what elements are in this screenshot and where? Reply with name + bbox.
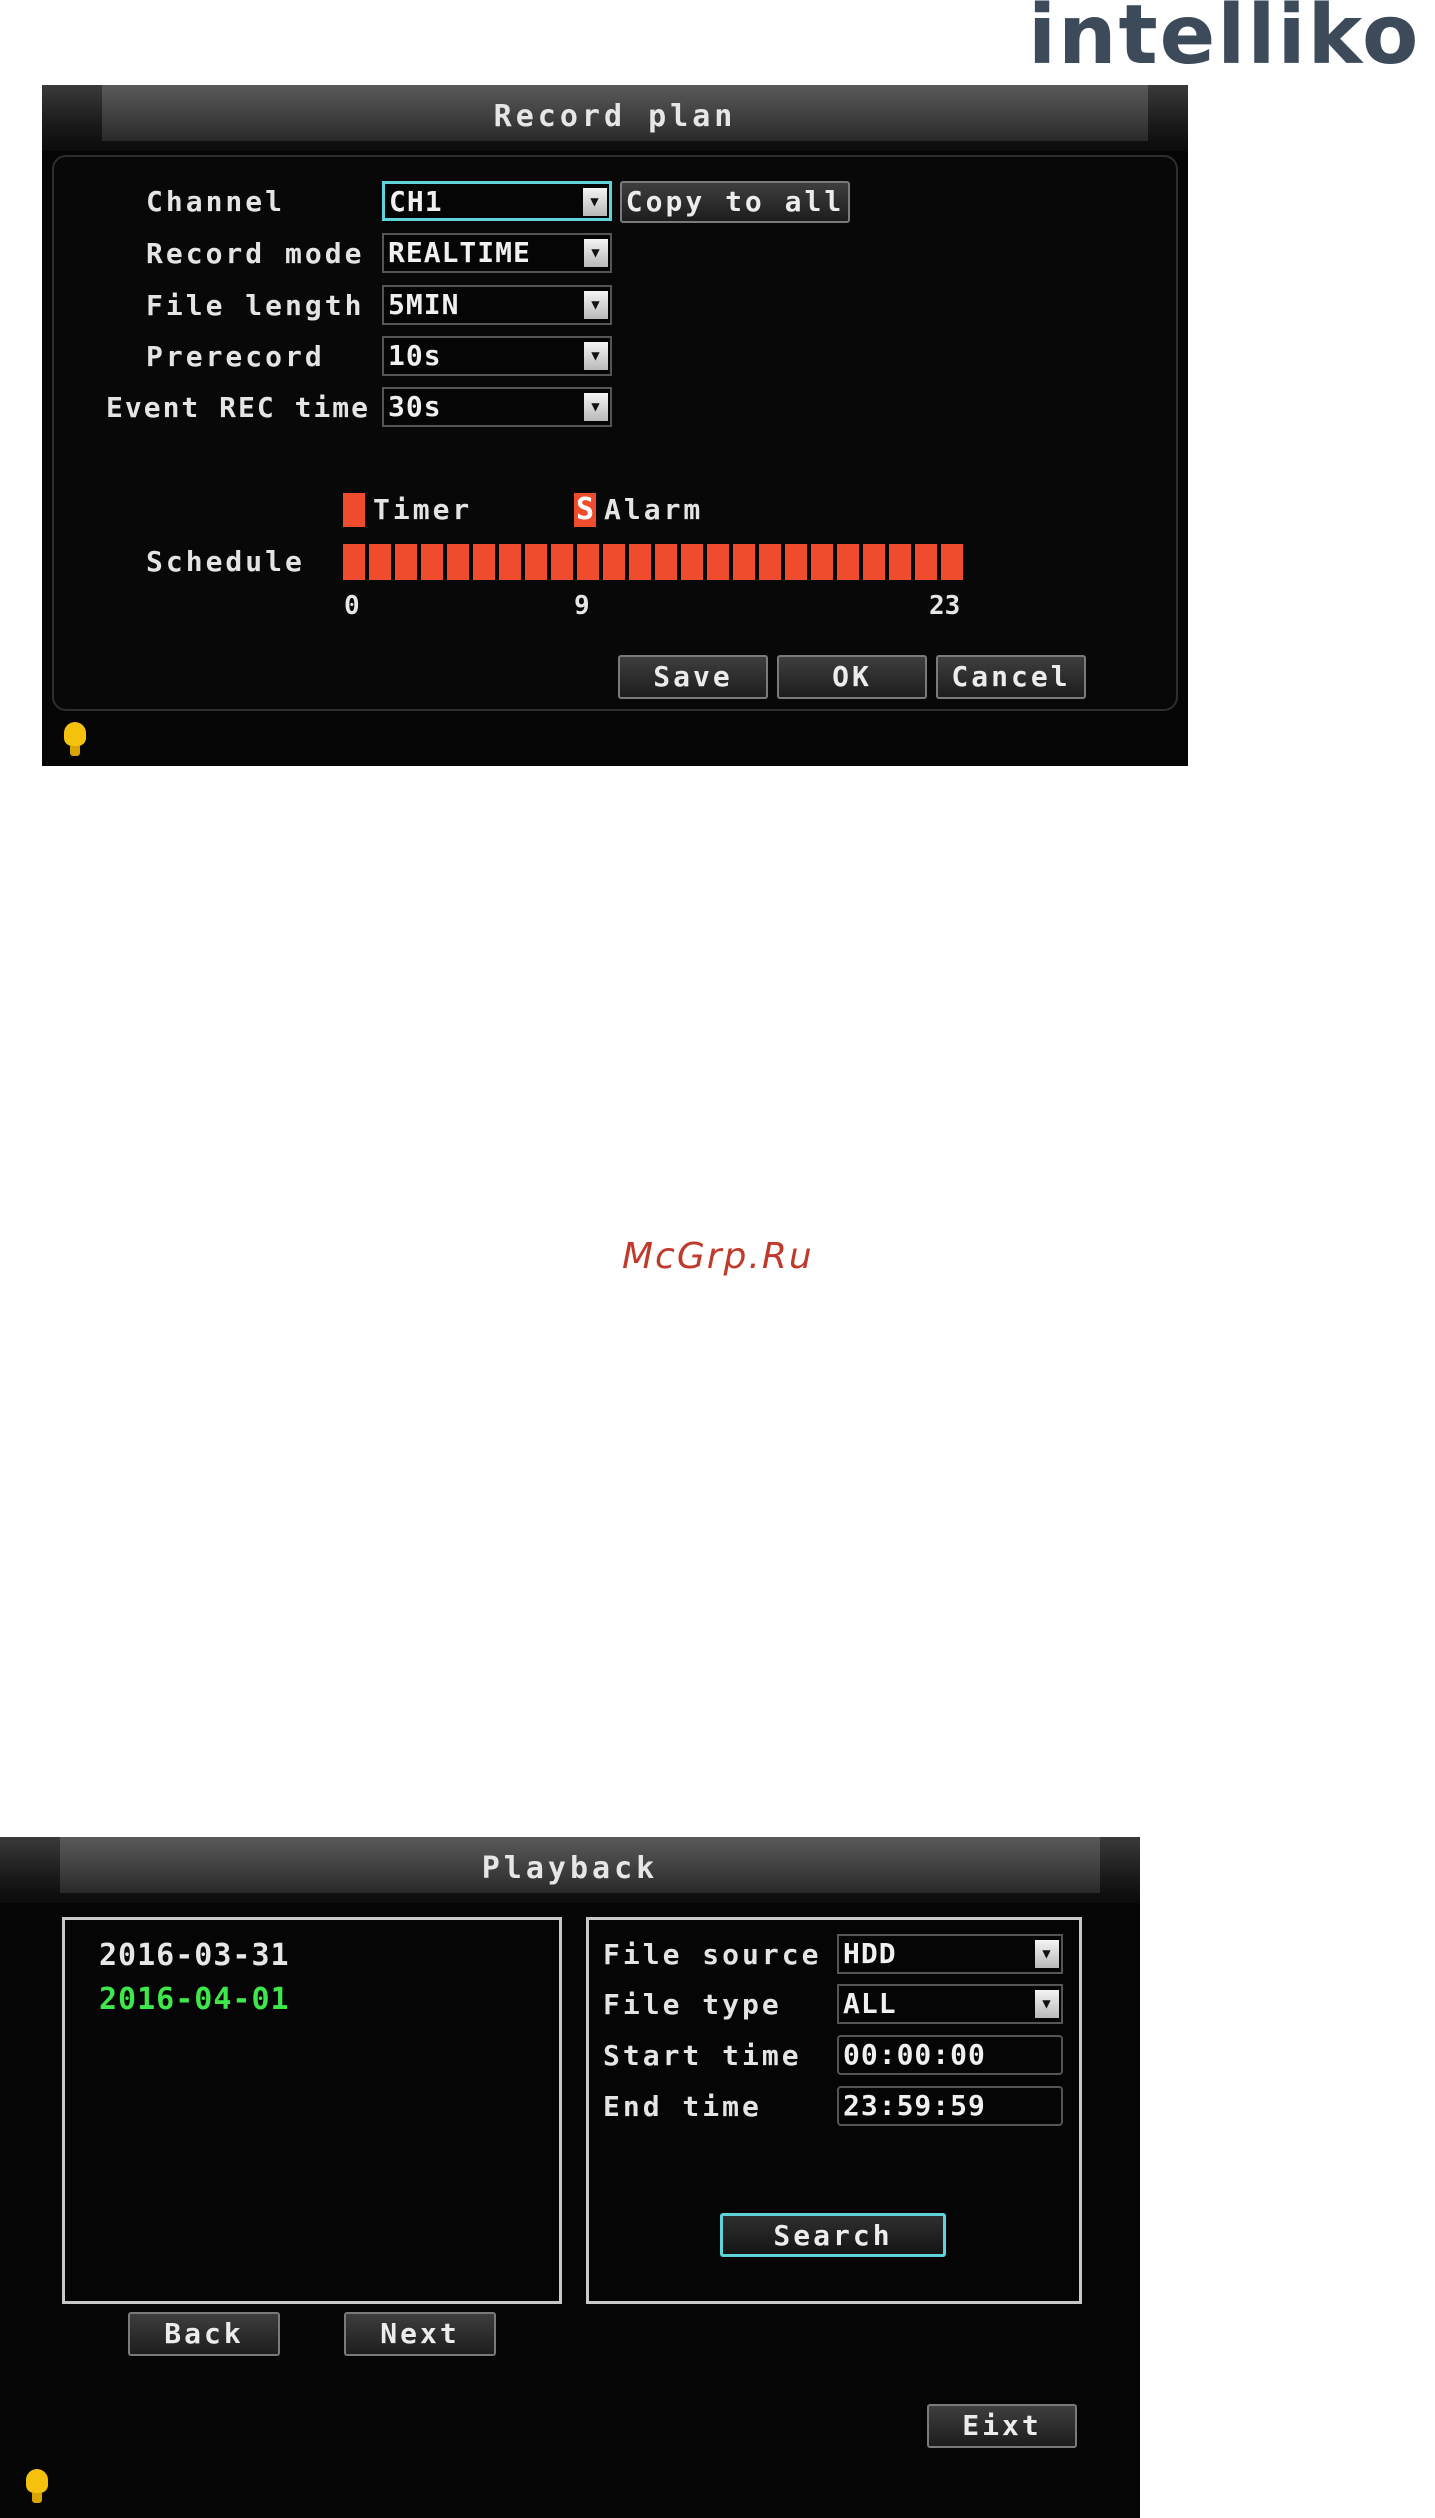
- schedule-hour-cell[interactable]: [733, 544, 755, 580]
- dropdown-arrow-icon[interactable]: ▼: [1035, 1940, 1059, 1968]
- schedule-tick-mid: 9: [574, 591, 590, 621]
- prerecord-label: Prerecord: [146, 340, 325, 373]
- intelliko-logo: intelliko: [1028, 0, 1421, 83]
- title-bar: Playback: [0, 1837, 1140, 1903]
- schedule-hour-cell[interactable]: [447, 544, 469, 580]
- file-source-label: File source: [603, 1938, 822, 1971]
- file-type-value: ALL: [843, 1987, 897, 2020]
- schedule-hour-cell[interactable]: [681, 544, 703, 580]
- schedule-hour-cell[interactable]: [785, 544, 807, 580]
- schedule-hour-cell[interactable]: [759, 544, 781, 580]
- schedule-hour-cell[interactable]: [369, 544, 391, 580]
- file-length-select[interactable]: 5MIN ▼: [382, 285, 612, 325]
- dropdown-arrow-icon[interactable]: ▼: [1035, 1990, 1059, 2018]
- copy-to-all-button[interactable]: Copy to all: [620, 181, 850, 223]
- cancel-button[interactable]: Cancel: [936, 655, 1086, 699]
- event-rec-time-label: Event REC time: [106, 391, 371, 424]
- watermark: McGrp.Ru: [622, 1236, 814, 1277]
- start-time-input[interactable]: 00:00:00: [837, 2035, 1063, 2075]
- schedule-hour-cell[interactable]: [421, 544, 443, 580]
- timer-legend-label: Timer: [373, 493, 473, 526]
- event-rec-time-select[interactable]: 30s ▼: [382, 387, 612, 427]
- date-item-selected[interactable]: 2016-04-01: [99, 1982, 290, 2017]
- next-button[interactable]: Next: [344, 2312, 496, 2356]
- schedule-hour-cell[interactable]: [707, 544, 729, 580]
- schedule-hour-cell[interactable]: [655, 544, 677, 580]
- prerecord-value: 10s: [388, 339, 442, 372]
- file-source-select[interactable]: HDD ▼: [837, 1934, 1063, 1974]
- date-item[interactable]: 2016-03-31: [99, 1938, 290, 1973]
- save-button[interactable]: Save: [618, 655, 768, 699]
- dropdown-arrow-icon[interactable]: ▼: [584, 239, 608, 267]
- playback-window: Playback 2016-03-31 2016-04-01 File sour…: [0, 1837, 1140, 2518]
- schedule-hour-cell[interactable]: [863, 544, 885, 580]
- schedule-label: Schedule: [146, 545, 305, 578]
- schedule-hour-cell[interactable]: [395, 544, 417, 580]
- schedule-hour-cell[interactable]: [525, 544, 547, 580]
- schedule-hour-cell[interactable]: [551, 544, 573, 580]
- schedule-hour-cell[interactable]: [811, 544, 833, 580]
- schedule-hour-cell[interactable]: [343, 544, 365, 580]
- record-plan-window: Record plan Channel CH1 ▼ Copy to all Re…: [42, 85, 1188, 766]
- date-list[interactable]: 2016-03-31 2016-04-01: [62, 1917, 562, 2304]
- back-button[interactable]: Back: [128, 2312, 280, 2356]
- lightbulb-icon: [64, 722, 86, 760]
- schedule-tick-start: 0: [344, 591, 360, 621]
- alarm-legend-label: Alarm: [604, 493, 704, 526]
- file-length-label: File length: [146, 289, 365, 322]
- schedule-hour-cell[interactable]: [603, 544, 625, 580]
- schedule-hour-cell[interactable]: [889, 544, 911, 580]
- schedule-hour-cell[interactable]: [577, 544, 599, 580]
- record-mode-value: REALTIME: [388, 236, 531, 269]
- schedule-hour-cell[interactable]: [915, 544, 937, 580]
- channel-value: CH1: [389, 185, 443, 218]
- ok-button[interactable]: OK: [777, 655, 927, 699]
- end-time-input[interactable]: 23:59:59: [837, 2086, 1063, 2126]
- event-rec-time-value: 30s: [388, 390, 442, 423]
- file-length-value: 5MIN: [388, 288, 460, 321]
- dropdown-arrow-icon[interactable]: ▼: [584, 342, 608, 370]
- schedule-hour-cell[interactable]: [837, 544, 859, 580]
- channel-label: Channel: [146, 185, 286, 218]
- window-title: Record plan: [493, 99, 737, 134]
- end-time-label: End time: [603, 2090, 762, 2123]
- file-type-select[interactable]: ALL ▼: [837, 1984, 1063, 2024]
- schedule-hour-cell[interactable]: [473, 544, 495, 580]
- record-mode-label: Record mode: [146, 237, 365, 270]
- dropdown-arrow-icon[interactable]: ▼: [584, 291, 608, 319]
- schedule-grid[interactable]: [343, 544, 963, 580]
- file-source-value: HDD: [843, 1937, 897, 1970]
- prerecord-select[interactable]: 10s ▼: [382, 336, 612, 376]
- dropdown-arrow-icon[interactable]: ▼: [583, 188, 607, 216]
- file-type-label: File type: [603, 1988, 782, 2021]
- exit-button[interactable]: Eixt: [927, 2404, 1077, 2448]
- channel-select[interactable]: CH1 ▼: [382, 181, 612, 221]
- search-panel: File source HDD ▼ File type ALL ▼ Start …: [586, 1917, 1082, 2304]
- title-bar: Record plan: [42, 85, 1188, 151]
- record-mode-select[interactable]: REALTIME ▼: [382, 233, 612, 273]
- start-time-label: Start time: [603, 2039, 802, 2072]
- schedule-hour-cell[interactable]: [941, 544, 963, 580]
- dropdown-arrow-icon[interactable]: ▼: [584, 393, 608, 421]
- schedule-hour-cell[interactable]: [629, 544, 651, 580]
- lightbulb-icon: [26, 2469, 48, 2507]
- schedule-hour-cell[interactable]: [499, 544, 521, 580]
- alarm-legend-swatch: S: [574, 492, 596, 527]
- schedule-tick-end: 23: [929, 591, 961, 621]
- window-title: Playback: [481, 1851, 659, 1886]
- search-button[interactable]: Search: [720, 2213, 946, 2257]
- timer-legend-swatch: [343, 493, 365, 527]
